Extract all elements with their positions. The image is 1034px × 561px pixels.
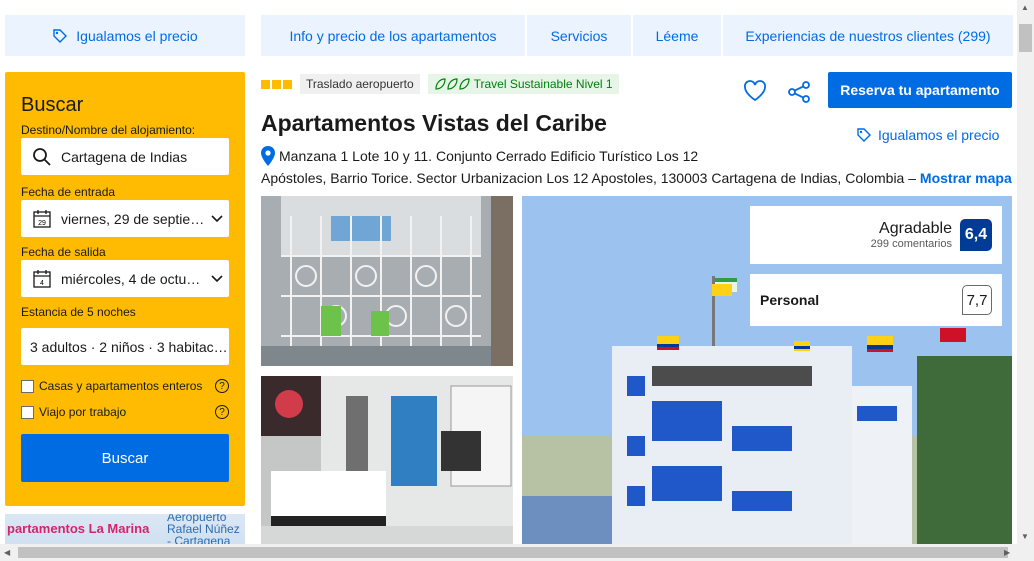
address-text-1: Manzana 1 Lote 10 y 11. Conjunto Cerrado… — [279, 148, 699, 164]
staff-score-card[interactable]: Personal 7,7 — [750, 274, 1002, 326]
staff-label: Personal — [760, 292, 820, 308]
horizontal-scroll-thumb[interactable] — [18, 547, 1008, 558]
chevron-down-icon — [205, 274, 229, 283]
star-icon — [261, 79, 270, 89]
price-match-link[interactable]: Igualamos el precio — [856, 127, 999, 143]
scroll-down-icon[interactable]: ▼ — [1021, 532, 1029, 541]
scroll-up-icon[interactable]: ▲ — [1021, 3, 1029, 12]
price-match-label: Igualamos el precio — [76, 27, 198, 44]
review-score-card[interactable]: Agradable 299 comentarios 6,4 — [750, 206, 1002, 264]
property-photo-bedroom[interactable] — [261, 376, 513, 546]
top-navigation: Igualamos el precio Info y precio de los… — [5, 15, 1014, 56]
leaf-icon — [435, 78, 470, 90]
search-button[interactable]: Buscar — [21, 434, 229, 482]
search-panel: Buscar Destino/Nombre del alojamiento: C… — [5, 72, 245, 506]
checkout-label: Fecha de salida — [21, 245, 106, 259]
sustainable-label: Travel Sustainable Nivel 1 — [473, 77, 613, 91]
airport-transfer-badge: Traslado aeropuerto — [300, 74, 420, 94]
tag-icon — [53, 28, 68, 43]
svg-text:4: 4 — [40, 280, 44, 287]
checkout-field[interactable]: 4 miércoles, 4 de octubre de 2023 — [21, 260, 229, 297]
search-title: Buscar — [21, 94, 84, 116]
work-checkbox-row[interactable]: Viajo por trabajo ? — [21, 405, 229, 419]
scroll-right-icon[interactable]: ▶ — [1004, 548, 1010, 557]
destination-input[interactable]: Cartagena de Indias — [21, 138, 229, 175]
guests-field[interactable]: 3 adultos · 2 niños · 3 habitaciones — [21, 328, 229, 365]
horizontal-scrollbar[interactable]: ◀ ▶ — [0, 544, 1034, 561]
work-checkbox-label: Viajo por trabajo — [39, 405, 127, 419]
houses-checkbox[interactable] — [21, 379, 34, 393]
tab-services[interactable]: Servicios — [527, 15, 631, 56]
map-label-airport: Aeropuerto Rafael Núñez - Cartagena — [167, 514, 240, 547]
vertical-scrollbar[interactable]: ▲ ▼ — [1017, 0, 1034, 544]
tab-readme[interactable]: Léeme — [633, 15, 721, 56]
share-icon[interactable] — [787, 80, 811, 109]
address-text-2: Apóstoles, Barrio Torice. Sector Urbaniz… — [261, 170, 917, 186]
calendar-icon: 29 — [29, 209, 55, 229]
review-score-badge: 6,4 — [960, 219, 992, 251]
show-map-link[interactable]: Mostrar mapa — [920, 170, 1012, 186]
review-text: Agradable 299 comentarios — [871, 220, 952, 250]
review-word: Agradable — [879, 220, 952, 237]
map-thumbnail[interactable]: partamentos La Marina Aeropuerto Rafael … — [5, 514, 245, 547]
star-icon — [283, 79, 292, 89]
calendar-icon: 4 — [29, 269, 55, 289]
checkin-value: viernes, 29 de septiembre de 2023 — [61, 210, 205, 227]
search-icon — [29, 147, 55, 167]
nav-tabs: Info y precio de los apartamentos Servic… — [261, 15, 1014, 56]
sustainable-badge[interactable]: Travel Sustainable Nivel 1 — [427, 74, 619, 94]
rating-squares — [261, 79, 292, 89]
destination-label: Destino/Nombre del alojamiento: — [21, 123, 196, 137]
heart-icon[interactable] — [743, 80, 767, 107]
destination-value: Cartagena de Indias — [61, 148, 188, 165]
location-pin-icon — [261, 146, 275, 166]
tab-reviews[interactable]: Experiencias de nuestros clientes (299) — [723, 15, 1013, 56]
svg-text:29: 29 — [38, 220, 46, 227]
price-match-link-label: Igualamos el precio — [878, 127, 1000, 143]
reserve-button[interactable]: Reserva tu apartamento — [828, 72, 1012, 108]
map-label-apartments: partamentos La Marina — [7, 521, 150, 536]
property-photo-entrance[interactable] — [261, 196, 513, 366]
stay-length-label: Estancia de 5 noches — [21, 305, 136, 319]
staff-score-badge: 7,7 — [962, 285, 992, 315]
star-icon — [272, 79, 281, 89]
tag-icon — [857, 128, 871, 142]
houses-checkbox-row[interactable]: Casas y apartamentos enteros ? — [21, 379, 229, 393]
tab-info-price[interactable]: Info y precio de los apartamentos — [261, 15, 525, 56]
help-icon[interactable]: ? — [215, 405, 229, 419]
address-line-1: Manzana 1 Lote 10 y 11. Conjunto Cerrado… — [261, 146, 698, 166]
checkout-value: miércoles, 4 de octubre de 2023 — [61, 270, 205, 287]
price-match-tab[interactable]: Igualamos el precio — [5, 15, 245, 56]
work-checkbox[interactable] — [21, 405, 34, 419]
property-badges: Traslado aeropuerto Travel Sustainable N… — [261, 73, 619, 95]
guests-value: 3 adultos · 2 niños · 3 habitaciones — [30, 338, 229, 355]
chevron-down-icon — [205, 214, 229, 223]
checkin-field[interactable]: 29 viernes, 29 de septiembre de 2023 — [21, 200, 229, 237]
help-icon[interactable]: ? — [215, 379, 229, 393]
property-title: Apartamentos Vistas del Caribe — [261, 110, 607, 136]
checkin-label: Fecha de entrada — [21, 185, 116, 199]
houses-checkbox-label: Casas y apartamentos enteros — [39, 379, 203, 393]
address-line-2: Apóstoles, Barrio Torice. Sector Urbaniz… — [261, 170, 1012, 186]
review-count: 299 comentarios — [870, 238, 952, 250]
scroll-left-icon[interactable]: ◀ — [4, 548, 10, 557]
vertical-scroll-thumb[interactable] — [1019, 24, 1032, 52]
